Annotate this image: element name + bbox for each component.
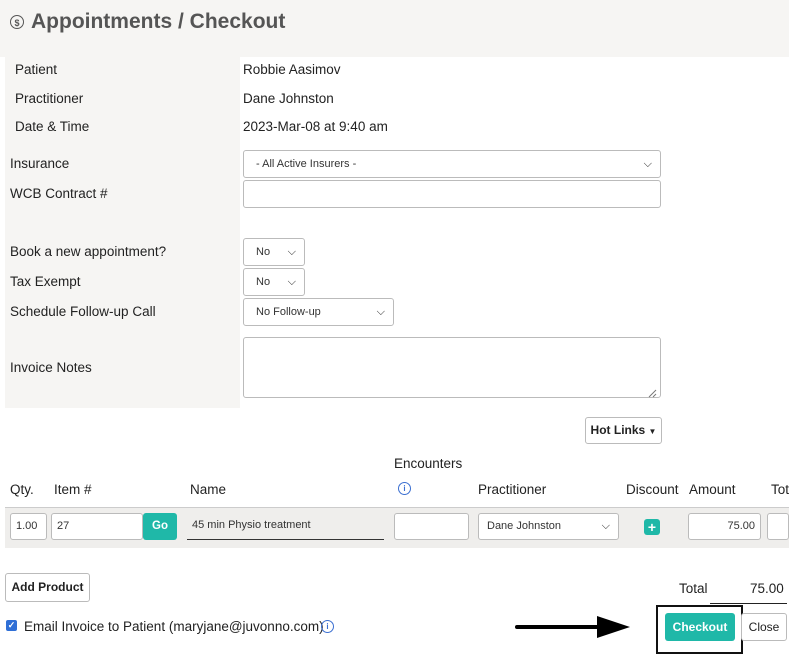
followup-value: No Follow-up <box>256 306 321 318</box>
patient-value: Robbie Aasimov <box>243 62 341 77</box>
chevron-down-icon: ⌵ <box>643 158 652 170</box>
invoice-notes-label: Invoice Notes <box>10 360 92 375</box>
go-button[interactable]: Go <box>143 513 177 540</box>
patient-label: Patient <box>15 62 58 77</box>
chevron-down-icon: ⌵ <box>376 306 385 318</box>
add-discount-icon[interactable]: + <box>644 519 660 535</box>
total-label: Total <box>679 581 708 596</box>
wcb-label: WCB Contract # <box>10 186 108 201</box>
info-icon[interactable]: i <box>321 620 334 633</box>
item-name-input[interactable]: 45 min Physio treatment <box>187 513 384 540</box>
header-total: Tot <box>771 482 789 497</box>
header-amount: Amount <box>689 482 736 497</box>
book-appointment-value: No <box>256 246 271 258</box>
email-invoice-label: Email Invoice to Patient (maryjane@juvon… <box>24 619 324 634</box>
total-value: 75.00 <box>750 581 784 596</box>
close-button[interactable]: Close <box>741 613 787 641</box>
chevron-down-icon: ⌵ <box>601 520 610 532</box>
arrow-right-icon <box>512 612 632 642</box>
insurance-label: Insurance <box>10 156 70 171</box>
chevron-down-icon: ⌵ <box>287 246 296 258</box>
practitioner-value: Dane Johnston <box>243 91 334 106</box>
total-input[interactable] <box>767 513 789 540</box>
header-practitioner: Practitioner <box>478 482 547 497</box>
hot-links-label: Hot Links <box>590 423 646 437</box>
resize-handle-icon[interactable] <box>648 386 657 398</box>
total-underline <box>710 603 787 604</box>
checkout-button[interactable]: Checkout <box>665 613 735 641</box>
practitioner-label: Practitioner <box>15 91 84 106</box>
header-qty: Qty. <box>10 482 34 497</box>
datetime-label: Date & Time <box>15 119 90 134</box>
insurance-selected-value: - All Active Insurers - <box>256 158 357 170</box>
invoice-notes-textarea[interactable] <box>243 337 661 398</box>
tax-exempt-value: No <box>256 276 271 288</box>
qty-input[interactable]: 1.00 <box>10 513 47 540</box>
book-appointment-label: Book a new appointment? <box>10 244 167 259</box>
info-icon[interactable]: i <box>398 482 411 495</box>
tax-exempt-label: Tax Exempt <box>10 274 81 289</box>
wcb-contract-input[interactable] <box>243 180 661 208</box>
header-encounters: Encounters <box>394 456 463 471</box>
book-appointment-select[interactable]: No ⌵ <box>243 238 305 266</box>
chevron-down-icon: ⌵ <box>287 276 296 288</box>
row-practitioner-value: Dane Johnston <box>487 520 561 532</box>
item-number-input[interactable]: 27 <box>51 513 143 540</box>
header-discount: Discount <box>626 482 679 497</box>
add-product-button[interactable]: Add Product <box>5 573 90 602</box>
header-name: Name <box>190 482 227 497</box>
header-item: Item # <box>54 482 92 497</box>
label-band <box>5 57 240 408</box>
caret-down-icon: ▼ <box>648 427 657 436</box>
insurance-select[interactable]: - All Active Insurers - ⌵ <box>243 150 661 178</box>
datetime-value: 2023-Mar-08 at 9:40 am <box>243 119 388 134</box>
followup-label: Schedule Follow-up Call <box>10 304 156 319</box>
email-invoice-checkbox[interactable]: ✓ <box>6 620 17 631</box>
tax-exempt-select[interactable]: No ⌵ <box>243 268 305 296</box>
page-title: Appointments / Checkout <box>31 10 286 33</box>
dollar-circle-icon: $ <box>10 15 24 29</box>
hot-links-button[interactable]: Hot Links ▼ <box>585 417 662 444</box>
row-practitioner-select[interactable]: Dane Johnston ⌵ <box>478 513 619 540</box>
followup-select[interactable]: No Follow-up ⌵ <box>243 298 394 326</box>
amount-input[interactable]: 75.00 <box>688 513 761 540</box>
encounters-input[interactable] <box>394 513 469 540</box>
